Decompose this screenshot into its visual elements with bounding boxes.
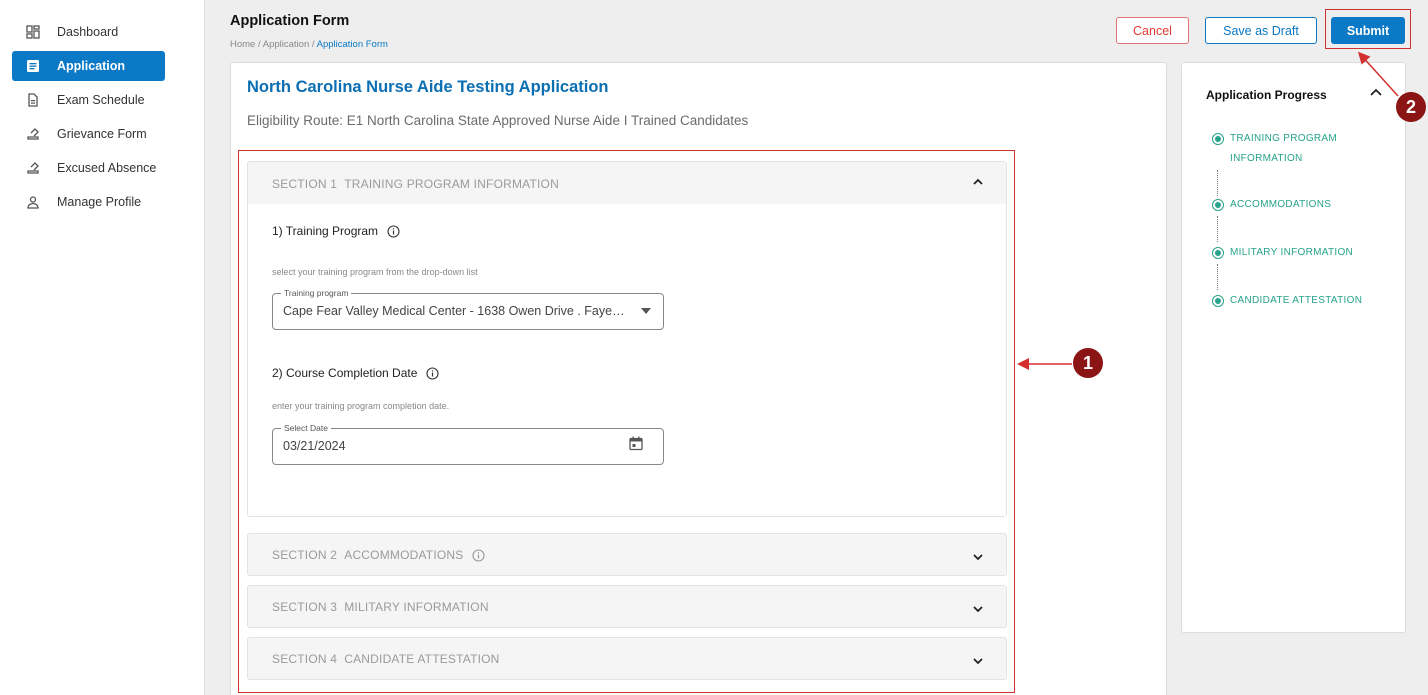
progress-title: Application Progress bbox=[1206, 88, 1327, 102]
progress-step-attestation[interactable]: CANDIDATE ATTESTATION bbox=[1212, 294, 1362, 311]
step-connector bbox=[1217, 170, 1218, 196]
sidebar-item-label: Excused Absence bbox=[57, 161, 157, 175]
step-connector bbox=[1217, 216, 1218, 242]
step-label: ACCOMMODATIONS bbox=[1230, 199, 1332, 210]
step-label: MILITARY INFORMATION bbox=[1230, 247, 1354, 258]
sidebar-item-exam-schedule[interactable]: Exam Schedule bbox=[12, 85, 165, 115]
sidebar-item-label: Manage Profile bbox=[57, 195, 142, 209]
step-dot-icon bbox=[1212, 247, 1224, 259]
sections-highlight-box bbox=[238, 150, 1015, 693]
annotation-marker-2: 2 bbox=[1396, 92, 1426, 122]
progress-step-training[interactable]: TRAINING PROGRAM INFORMATION bbox=[1212, 132, 1337, 169]
annotation-marker-1: 1 bbox=[1073, 348, 1103, 378]
eligibility-route: Eligibility Route: E1 North Carolina Sta… bbox=[247, 113, 749, 128]
sidebar-item-application[interactable]: Application bbox=[12, 51, 165, 81]
step-dot-icon bbox=[1212, 199, 1224, 211]
submit-button[interactable]: Submit bbox=[1331, 17, 1405, 44]
step-dot-icon bbox=[1212, 133, 1224, 145]
step-label: CANDIDATE ATTESTATION bbox=[1230, 295, 1363, 306]
step-dot-icon bbox=[1212, 295, 1224, 307]
dashboard-icon bbox=[25, 24, 41, 40]
user-icon bbox=[25, 194, 41, 210]
breadcrumb: Home / Application / Application Form bbox=[230, 39, 388, 50]
document-icon bbox=[25, 58, 41, 74]
progress-step-accommodations[interactable]: ACCOMMODATIONS bbox=[1212, 198, 1331, 215]
breadcrumb-home[interactable]: Home bbox=[230, 39, 255, 50]
breadcrumb-application[interactable]: Application bbox=[263, 39, 309, 50]
sidebar-item-label: Grievance Form bbox=[57, 127, 147, 141]
sidebar-item-dashboard[interactable]: Dashboard bbox=[12, 17, 165, 47]
step-connector bbox=[1217, 264, 1218, 290]
sidebar-item-label: Application bbox=[57, 59, 126, 73]
sidebar-item-manage-profile[interactable]: Manage Profile bbox=[12, 187, 165, 217]
step-label: TRAINING PROGRAM INFORMATION bbox=[1230, 133, 1338, 164]
sidebar-item-label: Dashboard bbox=[57, 25, 119, 39]
page-title: Application Form bbox=[230, 13, 350, 29]
sidebar-item-grievance-form[interactable]: Grievance Form bbox=[12, 119, 165, 149]
chevron-up-icon[interactable] bbox=[1370, 88, 1382, 97]
stamp-icon bbox=[25, 126, 41, 142]
sidebar-item-label: Exam Schedule bbox=[57, 93, 145, 107]
cancel-button[interactable]: Cancel bbox=[1116, 17, 1189, 44]
file-icon bbox=[25, 92, 41, 108]
breadcrumb-current: Application Form bbox=[316, 39, 388, 50]
sidebar: Dashboard Application Exam Schedule Grie… bbox=[0, 0, 205, 695]
application-title: North Carolina Nurse Aide Testing Applic… bbox=[247, 78, 609, 96]
sidebar-item-excused-absence[interactable]: Excused Absence bbox=[12, 153, 165, 183]
save-draft-button[interactable]: Save as Draft bbox=[1205, 17, 1317, 44]
progress-step-military[interactable]: MILITARY INFORMATION bbox=[1212, 246, 1353, 263]
stamp-icon bbox=[25, 160, 41, 176]
